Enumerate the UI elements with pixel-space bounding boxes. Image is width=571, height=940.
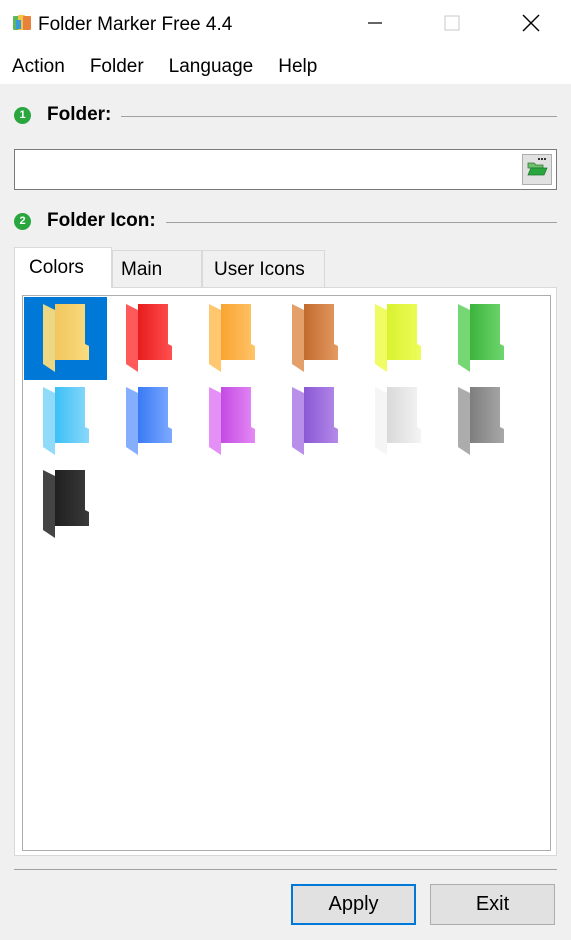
- color-folder-light-blue[interactable]: [24, 380, 107, 463]
- open-folder-browse-icon: [526, 157, 548, 182]
- folder-icon: [373, 383, 423, 460]
- folder-icon: [290, 300, 340, 377]
- bottom-divider: [14, 869, 557, 870]
- title-bar: Folder Marker Free 4.4: [0, 0, 571, 50]
- minimize-icon: [367, 15, 383, 36]
- color-folder-purple[interactable]: [273, 380, 356, 463]
- folder-marker-app-icon: [13, 14, 33, 32]
- apply-button[interactable]: Apply: [291, 884, 416, 925]
- folder-icon: [373, 300, 423, 377]
- folder-icon: [290, 383, 340, 460]
- tab-main[interactable]: Main: [112, 250, 202, 288]
- folder-icon: [41, 466, 91, 543]
- color-folder-green[interactable]: [439, 297, 522, 380]
- maximize-icon: [444, 15, 460, 36]
- folder-section-header: 1 Folder:: [14, 104, 557, 126]
- tab-user-icons[interactable]: User Icons: [202, 250, 325, 288]
- browse-folder-button[interactable]: [522, 154, 552, 185]
- folder-icon: [124, 383, 174, 460]
- folder-icon: [41, 383, 91, 460]
- folder-icon: [456, 383, 506, 460]
- color-folder-brown[interactable]: [273, 297, 356, 380]
- color-folder-default-yellow[interactable]: [24, 297, 107, 380]
- tab-colors[interactable]: Colors: [14, 247, 112, 288]
- window-title: Folder Marker Free 4.4: [38, 14, 233, 35]
- menu-help[interactable]: Help: [278, 56, 317, 78]
- folder-icon: [41, 300, 91, 377]
- icon-section-header: 2 Folder Icon:: [14, 210, 557, 232]
- step-2-badge: 2: [14, 212, 31, 230]
- folder-path-input[interactable]: [15, 150, 515, 189]
- folder-path-field: [14, 149, 557, 190]
- folder-icon: [207, 300, 257, 377]
- color-folder-magenta[interactable]: [190, 380, 273, 463]
- maximize-button[interactable]: [424, 0, 480, 50]
- minimize-button[interactable]: [347, 0, 403, 50]
- close-button[interactable]: [503, 0, 559, 50]
- color-folder-blue[interactable]: [107, 380, 190, 463]
- color-folder-black[interactable]: [24, 463, 107, 546]
- folder-icon: [456, 300, 506, 377]
- section-divider: [165, 221, 557, 223]
- exit-button[interactable]: Exit: [430, 884, 555, 925]
- color-folder-red[interactable]: [107, 297, 190, 380]
- section-divider: [121, 115, 557, 117]
- color-folder-gray[interactable]: [439, 380, 522, 463]
- menu-action[interactable]: Action: [12, 56, 65, 78]
- icon-section-label: Folder Icon:: [47, 210, 156, 231]
- folder-section-label: Folder:: [47, 104, 112, 125]
- menu-bar: Action Folder Language Help: [0, 50, 571, 84]
- color-icon-list[interactable]: [22, 295, 551, 851]
- close-icon: [522, 14, 540, 37]
- color-folder-orange[interactable]: [190, 297, 273, 380]
- folder-icon: [124, 300, 174, 377]
- menu-language[interactable]: Language: [169, 56, 254, 78]
- menu-folder[interactable]: Folder: [90, 56, 144, 78]
- folder-icon: [207, 383, 257, 460]
- color-folder-white[interactable]: [356, 380, 439, 463]
- step-1-badge: 1: [14, 106, 31, 124]
- color-folder-lime[interactable]: [356, 297, 439, 380]
- colors-tab-panel: [14, 287, 557, 856]
